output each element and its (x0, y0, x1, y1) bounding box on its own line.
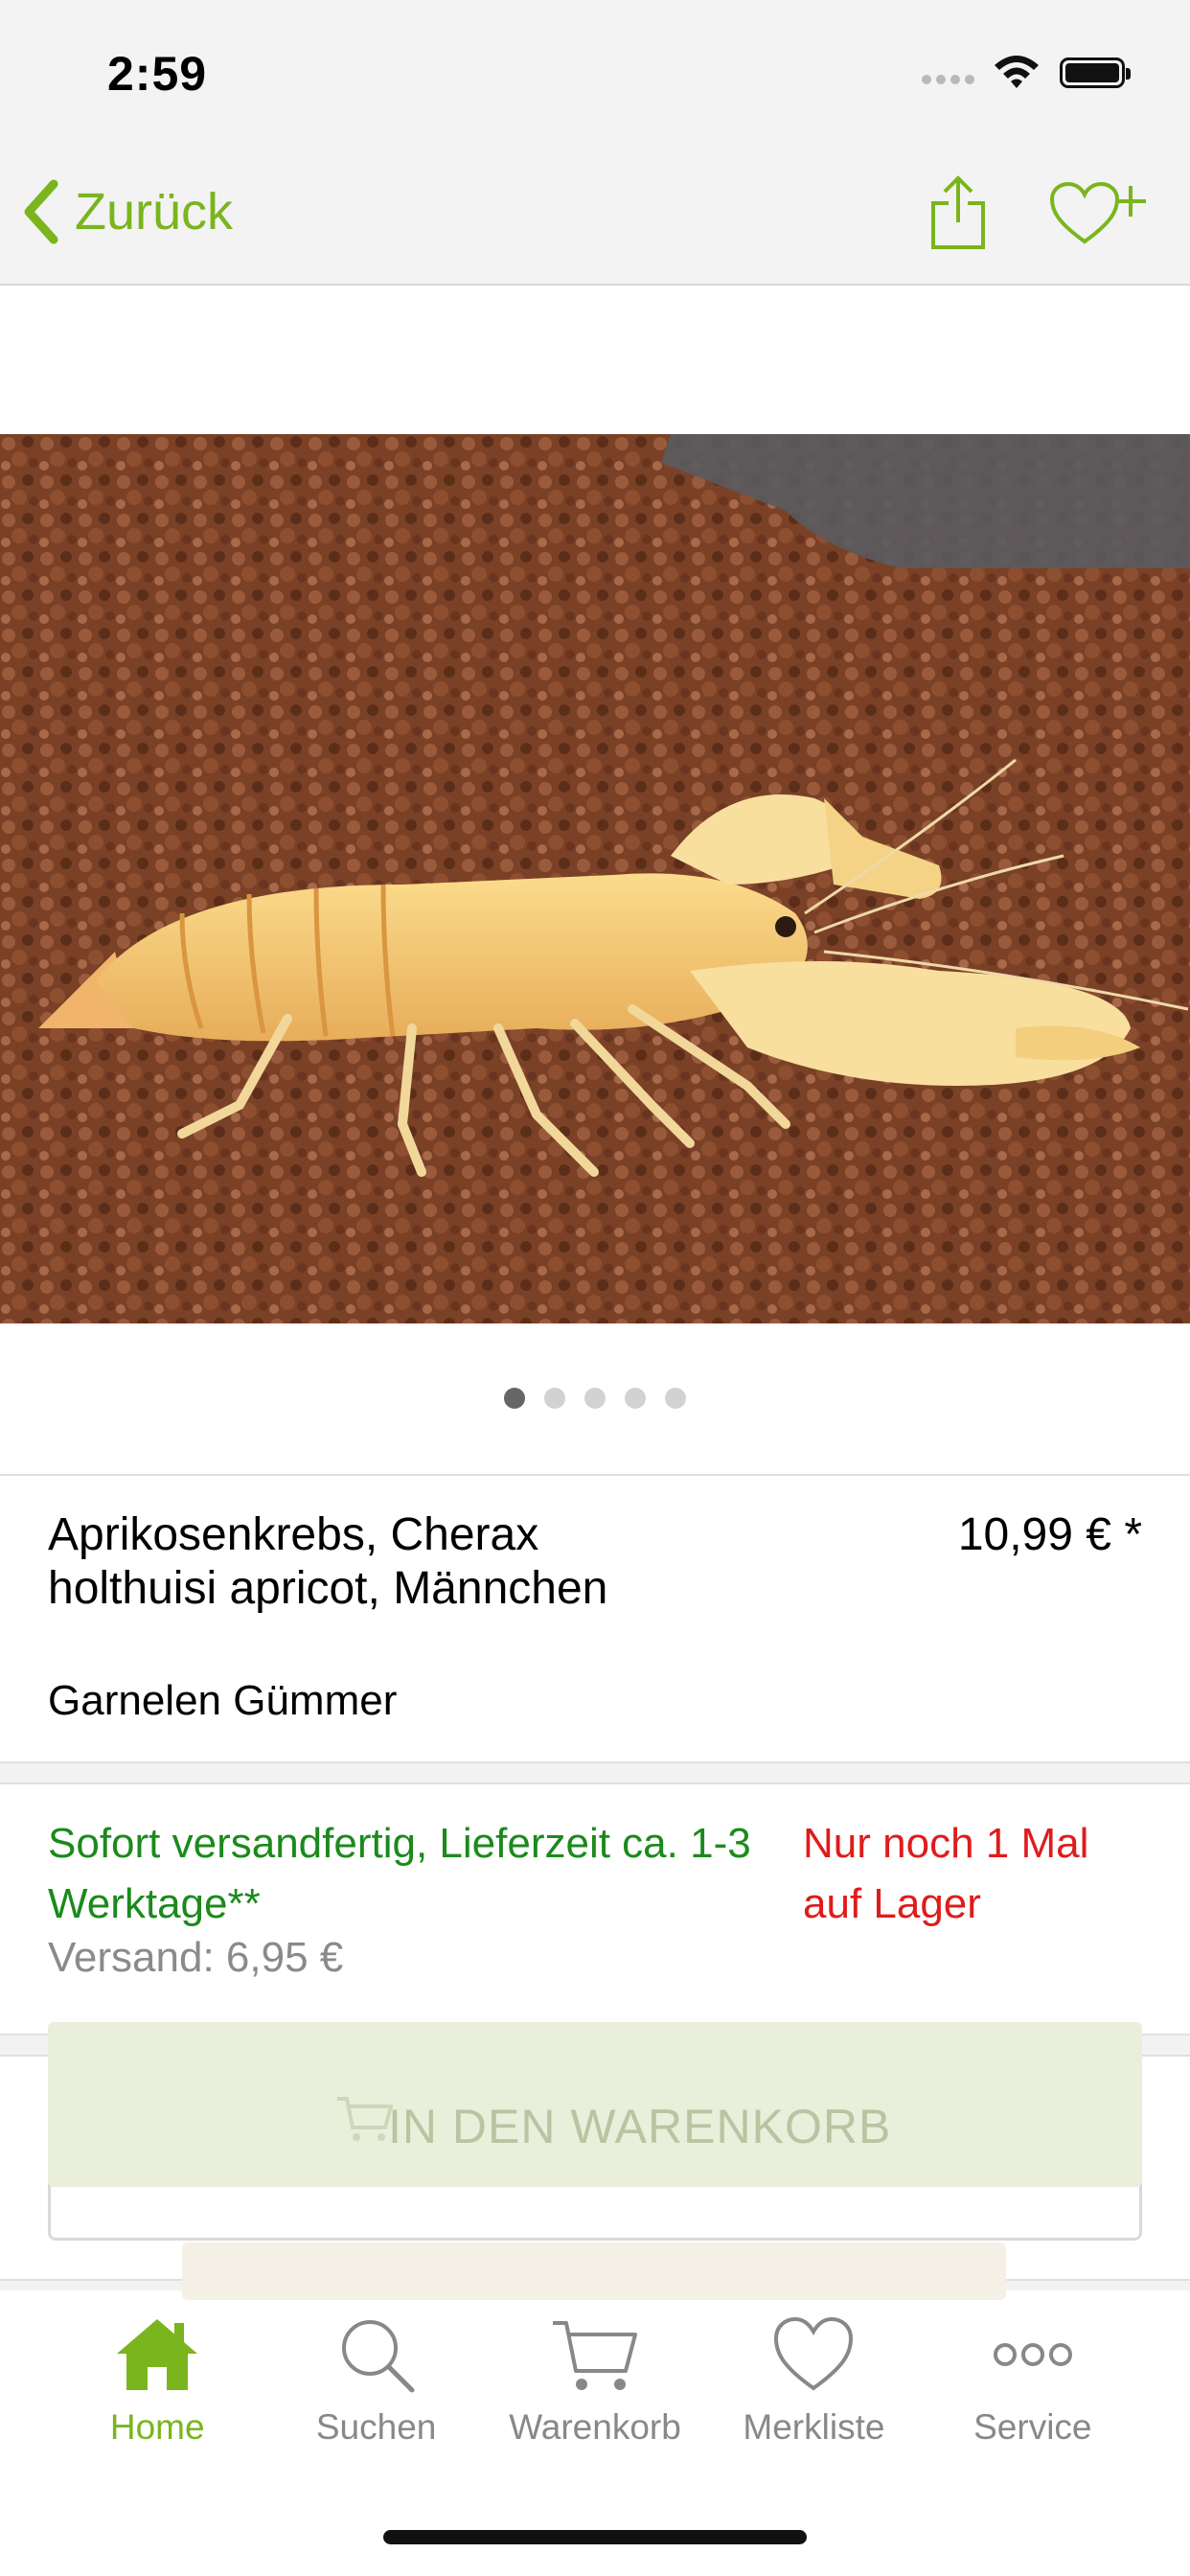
tab-cart[interactable]: Warenkorb (486, 2308, 704, 2472)
tab-label: Suchen (315, 2407, 437, 2447)
back-label: Zurück (75, 183, 234, 241)
search-icon (341, 2320, 415, 2393)
battery-icon (1060, 58, 1131, 88)
cart-icon (337, 2097, 393, 2141)
status-time: 2:59 (107, 47, 208, 101)
product-info: Aprikosenkrebs, Cherax holthuisi apricot… (0, 1474, 1190, 1761)
cellular-signal-icon (922, 75, 974, 84)
product-title: Aprikosenkrebs, Cherax holthuisi apricot… (48, 1509, 608, 1614)
gallery-page-indicator[interactable] (0, 1388, 1190, 1414)
heart-icon (774, 2316, 854, 2391)
tab-label: Merkliste (743, 2407, 885, 2447)
product-image (0, 434, 1190, 1323)
back-button[interactable]: Zurück (21, 178, 233, 245)
page-dot[interactable] (504, 1388, 525, 1409)
manufacturer-name: Garnelen Gümmer (48, 1677, 398, 1724)
status-bar: 2:59 (0, 0, 1190, 144)
more-icon (993, 2343, 1072, 2366)
add-to-wishlist-icon[interactable] (1048, 180, 1148, 247)
divider (0, 1761, 1190, 1784)
delivery-info: Sofort versandfertig, Lieferzeit ca. 1-3… (0, 1784, 1190, 2034)
share-icon[interactable] (927, 174, 989, 251)
tab-wishlist[interactable]: Merkliste (704, 2308, 923, 2472)
product-detail: Aprikosenkrebs, Cherax holthuisi apricot… (0, 286, 1190, 2576)
tab-home[interactable]: Home (48, 2308, 266, 2472)
stock-warning: Nur noch 1 Mal auf Lager (803, 1820, 1089, 1927)
cart-icon (553, 2321, 638, 2390)
home-icon (117, 2319, 198, 2390)
page-dot[interactable] (625, 1388, 646, 1409)
chevron-left-icon (24, 179, 58, 244)
promo-banner (182, 2242, 1006, 2300)
availability-text: Sofort versandfertig, Lieferzeit ca. 1-3… (48, 1820, 751, 1927)
page-dot[interactable] (544, 1388, 565, 1409)
tab-service[interactable]: Service (924, 2308, 1142, 2472)
tab-search[interactable]: Suchen (266, 2308, 485, 2472)
page-dot[interactable] (584, 1388, 606, 1409)
home-indicator (383, 2530, 807, 2544)
product-image-gallery[interactable] (0, 434, 1190, 1323)
page-dot[interactable] (665, 1388, 686, 1409)
tab-label: Warenkorb (509, 2407, 681, 2447)
tab-bar: Home Suchen Warenkorb Merkliste Service (48, 2308, 1142, 2472)
add-to-cart-button[interactable]: IN DEN WARENKORB (48, 2022, 1142, 2187)
tab-label: Service (973, 2407, 1092, 2447)
navigation-bar: Zurück (0, 144, 1190, 286)
wifi-icon (995, 56, 1039, 88)
tab-label: Home (109, 2407, 205, 2447)
shipping-cost: Versand: 6,95 € (48, 1934, 344, 1981)
product-price: 10,99 € * (957, 1509, 1142, 1560)
add-to-cart-label: IN DEN WARENKORB (388, 2100, 892, 2153)
